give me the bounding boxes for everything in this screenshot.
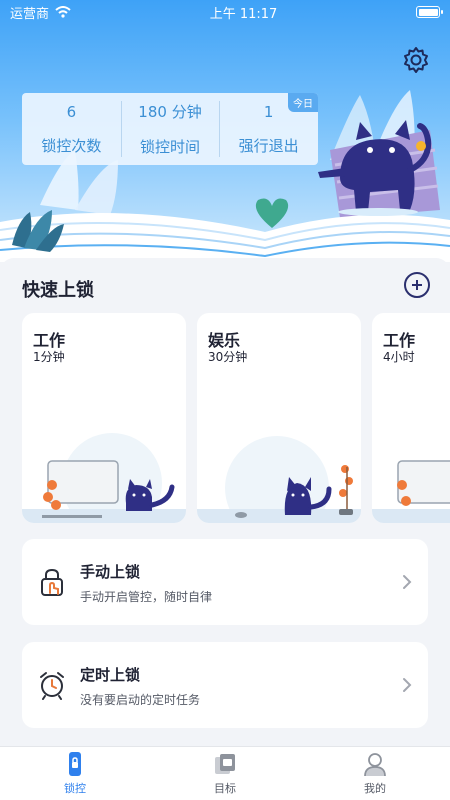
computer-illustration [372, 460, 450, 523]
settings-gear-icon[interactable] [402, 46, 430, 74]
card-duration: 4小时 [383, 350, 415, 364]
today-badge: 今日 [288, 93, 318, 112]
timed-lock-row[interactable]: 定时上锁 没有要启动的定时任务 [22, 642, 428, 728]
card-duration: 30分钟 [208, 350, 248, 364]
tab-label: 目标 [214, 782, 236, 795]
add-quick-lock-button[interactable] [404, 272, 430, 298]
tab-label: 锁控 [64, 782, 86, 795]
manual-lock-row[interactable]: 手动上锁 手动开启管控，随时自律 [22, 539, 428, 625]
wifi-icon [55, 6, 71, 18]
stat-value: 1 [263, 102, 274, 121]
status-bar: 运营商 上午 11:17 [0, 0, 450, 24]
bottom-tab-bar: 锁控 目标 我的 [0, 746, 450, 800]
alarm-clock-icon [40, 672, 64, 700]
timed-lock-subtitle: 没有要启动的定时任务 [80, 693, 201, 707]
stat-lock-time: 180 分钟 锁控时间 [120, 93, 220, 165]
today-stats-panel: 6 锁控次数 180 分钟 锁控时间 1 强行退出 今日 [22, 93, 318, 165]
computer-cat-illustration [22, 433, 186, 523]
chevron-right-icon [403, 678, 412, 692]
tab-label: 我的 [364, 782, 386, 795]
tab-profile[interactable]: 我的 [300, 747, 450, 800]
cat-mouse-illustration [197, 436, 361, 523]
stat-label: 锁控时间 [140, 138, 201, 156]
manual-lock-title: 手动上锁 [80, 563, 141, 581]
battery-icon [416, 6, 443, 18]
stat-value: 180 分钟 [138, 103, 202, 121]
clock: 上午 11:17 [209, 6, 278, 22]
chevron-right-icon [403, 575, 412, 589]
phone-lock-icon [69, 752, 81, 776]
quick-lock-title: 快速上锁 [22, 280, 94, 301]
carrier-label: 运营商 [10, 6, 50, 22]
profile-icon [364, 753, 386, 777]
manual-lock-subtitle: 手动开启管控，随时自律 [80, 590, 213, 604]
card-duration: 1分钟 [33, 350, 65, 364]
target-icon [215, 754, 235, 774]
stat-value: 6 [66, 102, 77, 121]
stat-label: 锁控次数 [41, 136, 102, 155]
tab-lock-control[interactable]: 锁控 [0, 747, 150, 800]
stat-label: 强行退出 [238, 136, 299, 155]
header-banner: 6 锁控次数 180 分钟 锁控时间 1 强行退出 今日 [0, 0, 450, 262]
quick-lock-cards: 工作 1分钟 娱乐 30分钟 工作 4小时 [22, 313, 450, 523]
tab-goals[interactable]: 目标 [150, 747, 300, 800]
quick-lock-card-work[interactable]: 工作 1分钟 [22, 313, 186, 523]
timed-lock-title: 定时上锁 [80, 666, 141, 684]
padlock-hand-icon [41, 568, 63, 596]
stat-lock-count: 6 锁控次数 [22, 93, 121, 165]
quick-lock-card-entertainment[interactable]: 娱乐 30分钟 [197, 313, 361, 523]
quick-lock-card-work-2[interactable]: 工作 4小时 [372, 313, 450, 523]
